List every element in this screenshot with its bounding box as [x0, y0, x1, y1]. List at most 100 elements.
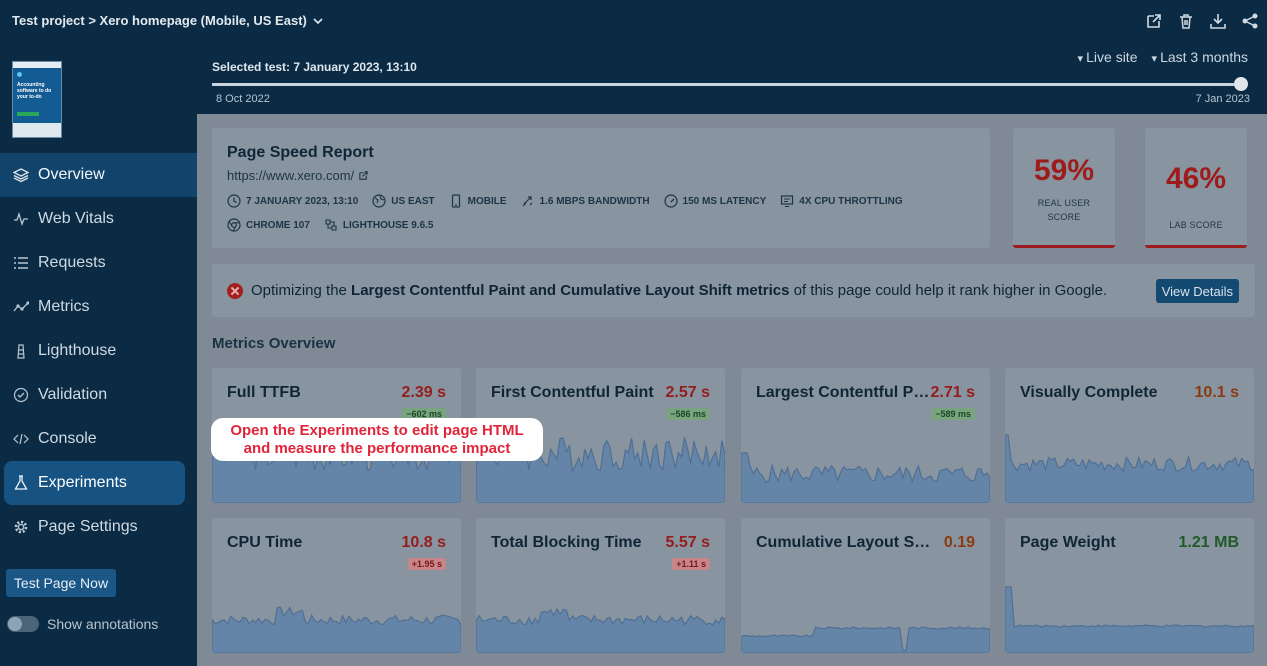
mobile-icon: [451, 194, 460, 208]
report-title: Page Speed Report: [227, 144, 374, 161]
metric-card[interactable]: Visually Complete 10.1 s: [1005, 368, 1254, 503]
clock-icon: [227, 194, 241, 208]
sidebar-item-page-settings[interactable]: Page Settings: [0, 505, 197, 549]
metric-name: Cumulative Layout Shift: [756, 534, 931, 551]
meta-device: MOBILE: [449, 194, 507, 208]
metric-card[interactable]: Page Weight 1.21 MB: [1005, 518, 1254, 653]
metric-name: Total Blocking Time: [491, 534, 642, 551]
timeline-end-date: 7 Jan 2023: [1195, 93, 1250, 105]
page-thumbnail[interactable]: Accounting software to do your to-do: [12, 61, 62, 138]
error-icon: [227, 283, 243, 299]
report-meta-row-1: 7 JANUARY 2023, 13:10 US EAST MOBILE 1.6…: [227, 194, 903, 208]
gauge-icon: [663, 194, 678, 208]
lab-score-card[interactable]: 46% LAB SCORE: [1145, 128, 1247, 248]
metric-name: Page Weight: [1020, 534, 1116, 551]
metric-value: 10.1 s: [1194, 384, 1239, 401]
metric-card[interactable]: Cumulative Layout Shift 0.19: [741, 518, 990, 653]
metric-name: CPU Time: [227, 534, 303, 551]
lab-score-value: 46%: [1165, 162, 1227, 195]
sidebar-item-label: Page Settings: [38, 518, 138, 535]
metric-delta: +1.95 s: [407, 558, 446, 570]
view-details-button[interactable]: View Details: [1155, 279, 1239, 303]
metric-value: 2.39 s: [401, 384, 446, 401]
metric-sparkline: [741, 626, 990, 653]
project-breadcrumb[interactable]: Test project > Xero homepage (Mobile, US…: [12, 13, 323, 28]
metric-value: 2.57 s: [665, 384, 710, 401]
range-filter-dropdown[interactable]: Last 3 months: [1151, 49, 1248, 65]
external-link-icon: [359, 171, 368, 180]
metric-value: 1.21 MB: [1178, 534, 1239, 551]
real-user-score-value: 59%: [1033, 154, 1095, 187]
metric-value: 0.19: [943, 534, 975, 551]
trash-icon[interactable]: [1177, 12, 1195, 30]
report-url[interactable]: https://www.xero.com/: [227, 168, 369, 183]
code-icon: [12, 430, 30, 448]
header-actions: [1145, 12, 1259, 30]
meta-date: 7 JANUARY 2023, 13:10: [227, 194, 358, 208]
metrics-overview-title: Metrics Overview: [212, 335, 336, 352]
meta-bandwidth: 1.6 MBPS BANDWIDTH: [521, 194, 650, 208]
metric-card[interactable]: Total Blocking Time 5.57 s +1.11 s: [476, 518, 725, 653]
metric-name: Full TTFB: [227, 384, 301, 401]
sidebar-nav: Overview Web Vitals Requests Metrics Lig…: [0, 153, 197, 549]
metric-sparkline: [476, 607, 725, 653]
meta-lighthouse: LIGHTHOUSE 9.6.5: [324, 218, 434, 232]
metric-value: 5.57 s: [665, 534, 710, 551]
sidebar-item-console[interactable]: Console: [0, 417, 197, 461]
sidebar-item-label: Metrics: [38, 298, 90, 315]
metric-delta: +1.11 s: [672, 558, 710, 570]
main-content: Page Speed Report https://www.xero.com/ …: [197, 114, 1267, 666]
metric-name: Visually Complete: [1020, 384, 1158, 401]
meta-browser: CHROME 107: [227, 218, 310, 232]
lighthouse-icon: [12, 342, 30, 360]
chevron-down-icon: [313, 17, 323, 24]
metric-name: First Contentful Paint: [491, 384, 654, 401]
logo-icon: [17, 72, 22, 77]
site-filter-dropdown[interactable]: Live site: [1078, 49, 1137, 65]
sidebar-item-validation[interactable]: Validation: [0, 373, 197, 417]
meta-lighthouse-text: LIGHTHOUSE 9.6.5: [342, 219, 434, 231]
timeline-start-date: 8 Oct 2022: [216, 93, 270, 105]
list-icon: [12, 254, 30, 272]
timeline-slider-handle[interactable]: [1234, 77, 1248, 91]
globe-icon: [372, 194, 386, 208]
external-link-icon[interactable]: [1145, 12, 1163, 30]
annotations-toggle-row: Show annotations: [7, 616, 158, 632]
timeline-slider[interactable]: [212, 83, 1234, 86]
sidebar-item-label: Requests: [38, 254, 106, 271]
metric-delta: −589 ms: [931, 408, 975, 420]
metric-sparkline: [1005, 586, 1254, 653]
sidebar-item-experiments[interactable]: Experiments: [4, 461, 185, 505]
meta-location-text: US EAST: [391, 195, 435, 207]
metric-card[interactable]: CPU Time 10.8 s +1.95 s: [212, 518, 461, 653]
sidebar-item-label: Experiments: [38, 474, 127, 491]
meta-device-text: MOBILE: [467, 195, 507, 207]
real-user-score-card[interactable]: 59% REAL USER SCORE: [1013, 128, 1115, 248]
gear-icon: [12, 518, 30, 536]
download-icon[interactable]: [1209, 12, 1227, 30]
metric-card[interactable]: Largest Contentful Pa... 2.71 s −589 ms: [741, 368, 990, 503]
sidebar: Accounting software to do your to-do Ove…: [0, 42, 197, 666]
alert-text-post: of this page could help it rank higher i…: [789, 282, 1108, 299]
timeline-filters: Live site Last 3 months: [1078, 49, 1248, 65]
metric-value: 10.8 s: [401, 534, 446, 551]
sidebar-item-metrics[interactable]: Metrics: [0, 285, 197, 329]
metric-delta: −586 ms: [666, 408, 710, 420]
meta-latency-text: 150 MS LATENCY: [682, 195, 767, 207]
tooltip-line-1: Open the Experiments to edit page HTML: [230, 422, 524, 439]
lighthouse-version-icon: [325, 219, 337, 231]
test-page-now-button[interactable]: Test Page Now: [6, 569, 116, 597]
sidebar-item-requests[interactable]: Requests: [0, 241, 197, 285]
tooltip-line-2: and measure the performance impact: [243, 440, 511, 457]
selected-test-label: Selected test: 7 January 2023, 13:10: [212, 60, 417, 74]
report-url-text: https://www.xero.com/: [227, 168, 355, 183]
meta-location: US EAST: [372, 194, 435, 208]
sidebar-item-lighthouse[interactable]: Lighthouse: [0, 329, 197, 373]
meta-date-text: 7 JANUARY 2023, 13:10: [246, 195, 359, 207]
sidebar-item-web-vitals[interactable]: Web Vitals: [0, 197, 197, 241]
ranking-alert: Optimizing the Largest Contentful Paint …: [212, 264, 1255, 317]
metric-sparkline: [741, 452, 990, 503]
annotations-toggle[interactable]: [7, 616, 39, 632]
share-icon[interactable]: [1241, 12, 1259, 30]
sidebar-item-overview[interactable]: Overview: [0, 153, 197, 197]
